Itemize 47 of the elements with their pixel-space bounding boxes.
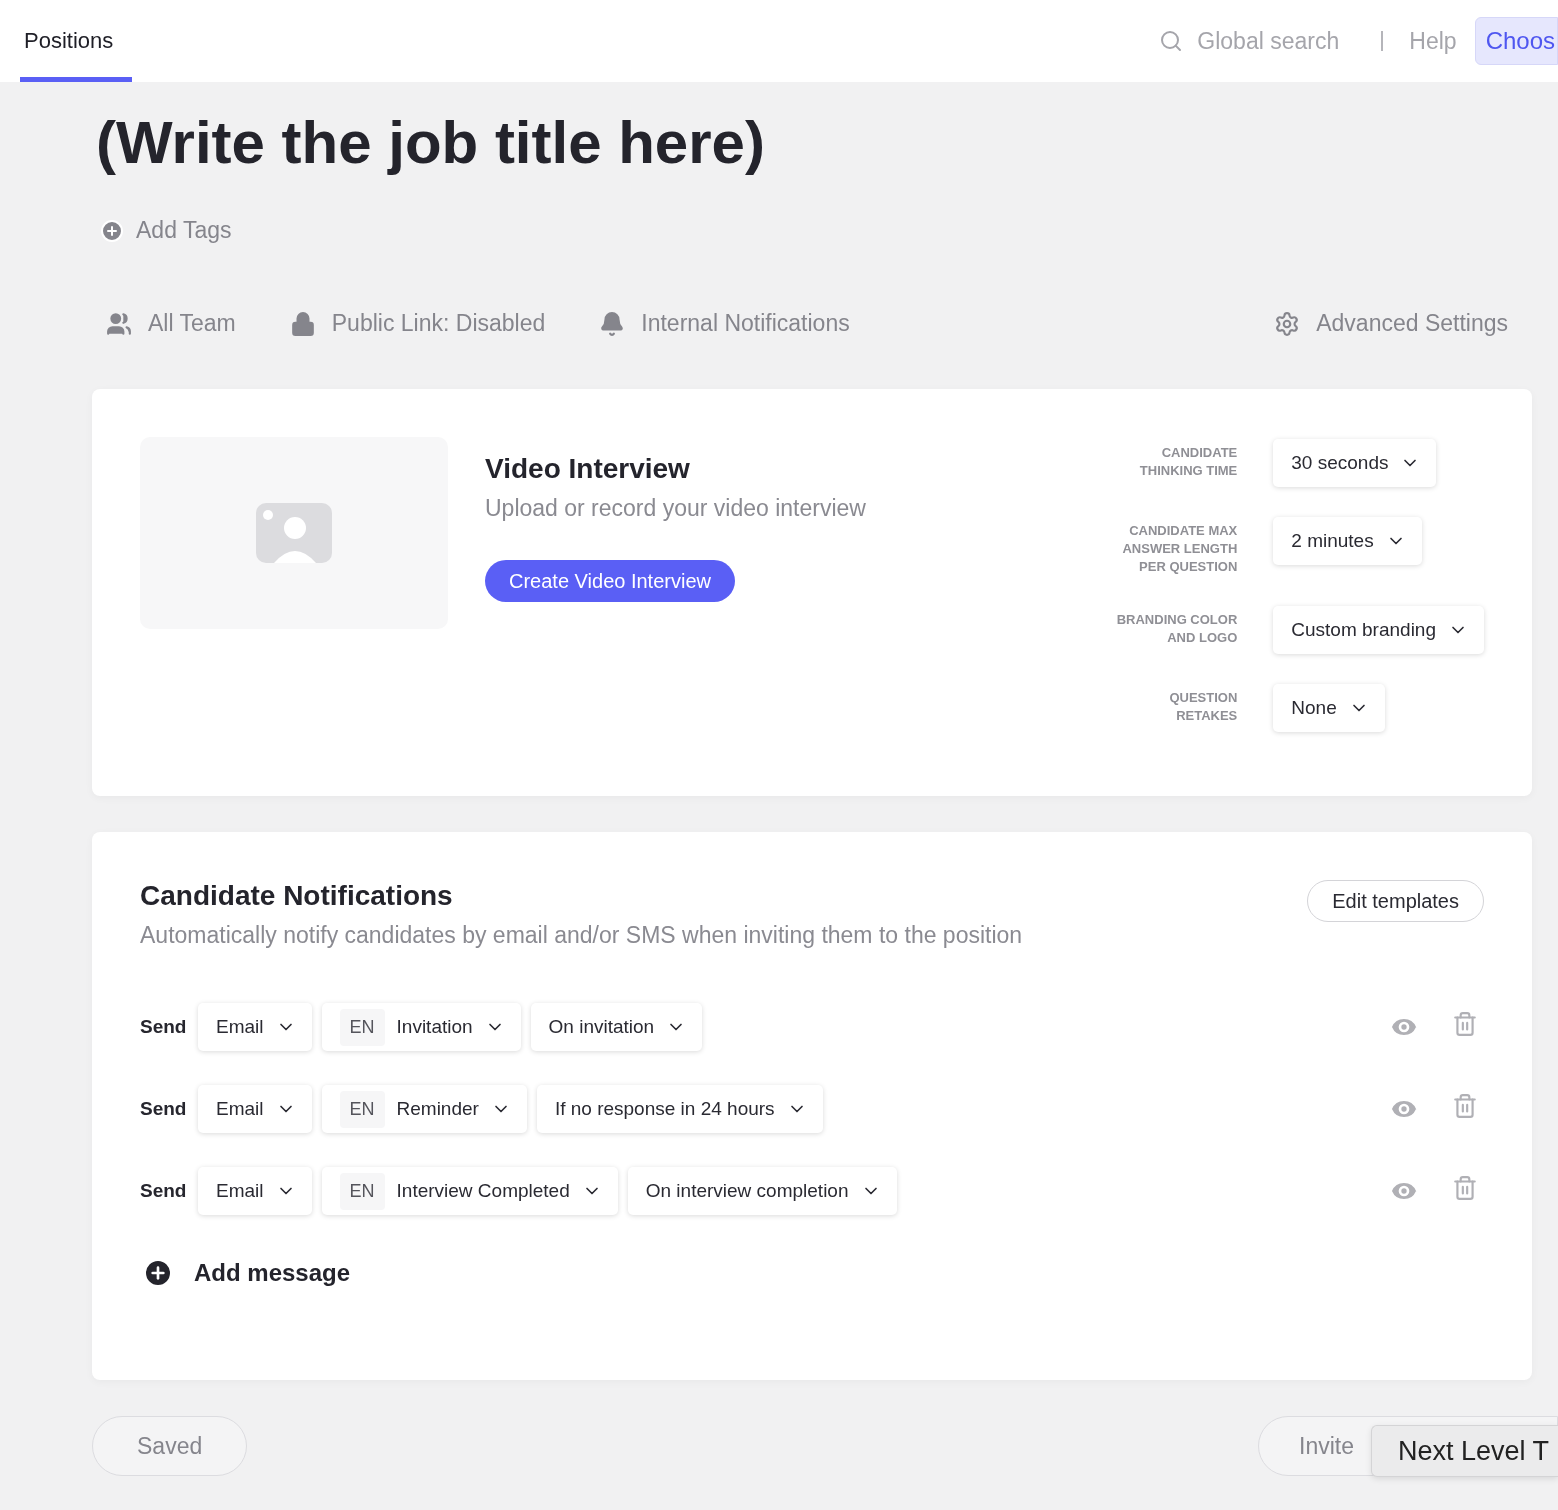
template-name: Invitation xyxy=(396,1016,473,1038)
trash-icon[interactable] xyxy=(1452,1175,1478,1201)
template-dropdown[interactable]: EN Interview Completed xyxy=(321,1167,618,1215)
language-tag: EN xyxy=(339,1172,385,1210)
trash-icon[interactable] xyxy=(1452,1093,1478,1119)
card-subtitle: Automatically notify candidates by email and/or SMS when inviting them to the position xyxy=(140,922,1023,949)
add-message-button[interactable]: Add message xyxy=(140,1257,351,1289)
option-dropdown[interactable]: 30 seconds xyxy=(1273,439,1437,487)
channel-dropdown[interactable]: Email xyxy=(198,1085,312,1133)
template-name: Reminder xyxy=(396,1098,479,1120)
option-label: QUESTION RETAKES xyxy=(1168,689,1238,725)
choose-button[interactable]: Choos xyxy=(1474,17,1558,65)
nav-tab[interactable]: Positions xyxy=(20,0,132,82)
bell-icon xyxy=(599,310,626,337)
option-label: BRANDING COLOR AND LOGO xyxy=(1115,611,1238,647)
send-label: Send xyxy=(140,1098,188,1120)
edit-templates-button[interactable]: Edit templates xyxy=(1307,880,1484,922)
card-title: Video Interview xyxy=(485,453,690,485)
option-dropdown[interactable]: 2 minutes xyxy=(1273,517,1422,565)
language-tag: EN xyxy=(339,1090,385,1128)
template-dropdown[interactable]: EN Invitation xyxy=(321,1003,521,1051)
option-dropdown[interactable]: Custom branding xyxy=(1273,606,1484,654)
trigger-dropdown[interactable]: On interview completion xyxy=(627,1167,897,1215)
settings-icon xyxy=(1274,310,1301,337)
template-dropdown[interactable]: EN Reminder xyxy=(321,1085,527,1133)
channel-dropdown[interactable]: Email xyxy=(198,1167,312,1215)
photo-icon xyxy=(256,503,332,563)
people-icon xyxy=(106,310,132,337)
job-title[interactable]: (Write the job title here) xyxy=(96,108,1532,177)
card-title: Candidate Notifications xyxy=(140,880,454,912)
trigger-dropdown[interactable]: If no response in 24 hours xyxy=(536,1085,823,1133)
option-label: CANDIDATE MAX ANSWER LENGTH PER QUESTION xyxy=(1121,522,1238,576)
channel-dropdown[interactable]: Email xyxy=(198,1003,312,1051)
option-dropdown[interactable]: None xyxy=(1273,684,1385,732)
lock-icon xyxy=(289,310,316,337)
card-subtitle: Upload or record your video interview xyxy=(485,495,866,522)
create-video-button[interactable]: Create Video Interview xyxy=(485,560,735,602)
option-label: CANDIDATE THINKING TIME xyxy=(1138,444,1238,480)
language-tag: EN xyxy=(339,1008,385,1046)
trigger-dropdown[interactable]: On invitation xyxy=(530,1003,703,1051)
trash-icon[interactable] xyxy=(1452,1011,1478,1037)
send-label: Send xyxy=(140,1016,188,1038)
template-name: Interview Completed xyxy=(396,1180,570,1202)
plus-icon xyxy=(100,218,124,243)
search-icon xyxy=(1159,29,1184,53)
send-label: Send xyxy=(140,1180,188,1202)
tooltip: Next Level T xyxy=(1371,1425,1558,1477)
